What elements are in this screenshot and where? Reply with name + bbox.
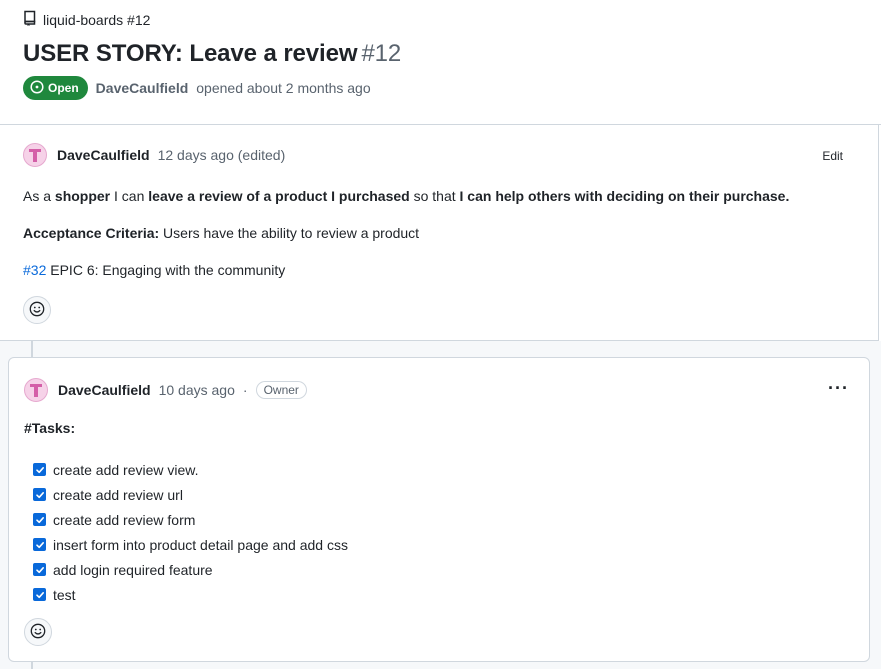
task-label: create add review view. — [53, 461, 199, 478]
tasks-heading: #Tasks: — [24, 420, 76, 436]
task-item: create add review form — [33, 507, 348, 532]
task-item: create add review view. — [33, 457, 348, 482]
edit-button[interactable]: Edit — [822, 149, 843, 163]
comment-author[interactable]: DaveCaulfield — [58, 382, 151, 398]
add-reaction-button[interactable] — [24, 618, 52, 646]
task-item: test — [33, 582, 348, 607]
epic-reference-line: #32 EPIC 6: Engaging with the community — [23, 262, 286, 278]
task-label: add login required feature — [53, 561, 213, 578]
issue-title: USER STORY: Leave a review — [23, 40, 358, 67]
separator-dot: · — [242, 382, 248, 398]
task-label: test — [53, 586, 76, 603]
add-reaction-button[interactable] — [23, 296, 51, 324]
checkbox-checked-icon[interactable] — [33, 463, 46, 476]
task-item: insert form into product detail page and… — [33, 532, 348, 557]
smiley-icon — [30, 623, 46, 642]
checkbox-checked-icon[interactable] — [33, 538, 46, 551]
acceptance-criteria-line: Acceptance Criteria: Users have the abil… — [23, 225, 420, 241]
issue-number: #12 — [361, 40, 402, 67]
kebab-menu-icon[interactable]: ··· — [828, 378, 849, 399]
task-item: create add review url — [33, 482, 348, 507]
task-label: insert form into product detail page and… — [53, 536, 348, 553]
comment-header: DaveCaulfield 10 days ago · Owner — [24, 378, 307, 402]
comment-header: DaveCaulfield 12 days ago (edited) — [23, 143, 285, 167]
epic-link[interactable]: #32 — [23, 262, 46, 278]
owner-badge: Owner — [255, 381, 307, 399]
opened-text: opened about 2 months ago — [196, 80, 371, 96]
status-badge-label: Open — [48, 81, 79, 95]
task-list: create add review view. create add revie… — [33, 457, 348, 607]
issue-opened-icon — [30, 79, 44, 97]
task-comment: DaveCaulfield 10 days ago · Owner ··· #T… — [8, 357, 870, 662]
checkbox-checked-icon[interactable] — [33, 488, 46, 501]
task-label: create add review url — [53, 486, 183, 503]
comment-author[interactable]: DaveCaulfield — [57, 147, 150, 163]
status-badge: Open — [23, 76, 88, 100]
checkbox-checked-icon[interactable] — [33, 588, 46, 601]
task-item: add login required feature — [33, 557, 348, 582]
checkbox-checked-icon[interactable] — [33, 513, 46, 526]
comment-timestamp[interactable]: 10 days ago — [159, 382, 235, 398]
issue-body-comment: DaveCaulfield 12 days ago (edited) Edit … — [0, 125, 879, 341]
user-story-line: As a shopper I can leave a review of a p… — [23, 188, 790, 204]
task-label: create add review form — [53, 511, 196, 528]
issue-status-line: Open DaveCaulfield opened about 2 months… — [23, 76, 371, 100]
smiley-icon — [29, 301, 45, 320]
repo-breadcrumb[interactable]: liquid-boards #12 — [23, 10, 150, 29]
repo-icon — [23, 10, 37, 29]
avatar[interactable] — [23, 143, 47, 167]
comment-timestamp[interactable]: 12 days ago (edited) — [158, 147, 286, 163]
issue-header: liquid-boards #12 USER STORY: Leave a re… — [0, 0, 881, 125]
checkbox-checked-icon[interactable] — [33, 563, 46, 576]
repo-label[interactable]: liquid-boards #12 — [43, 12, 150, 28]
page-title: USER STORY: Leave a review #12 — [23, 40, 401, 68]
avatar[interactable] — [24, 378, 48, 402]
issue-author-link[interactable]: DaveCaulfield — [96, 80, 189, 96]
